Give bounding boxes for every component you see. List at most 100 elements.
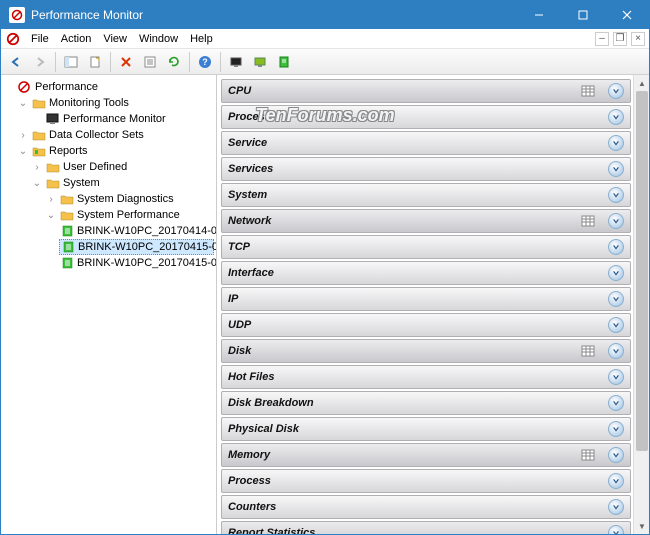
tree-report-item[interactable]: BRINK-W10PC_20170415-000002 [59,239,214,255]
svg-text:?: ? [202,57,208,67]
expand-section-button[interactable] [608,525,624,534]
expand-section-button[interactable] [608,447,624,463]
report-section-row[interactable]: Service [221,131,631,155]
tree-report-item[interactable]: BRINK-W10PC_20170415-000003 [59,255,214,271]
show-hide-tree-button[interactable] [60,51,82,73]
report-button[interactable] [273,51,295,73]
tree-root-performance[interactable]: Performance [3,79,214,95]
menu-action[interactable]: Action [55,29,98,48]
minimize-button[interactable] [517,1,561,29]
section-label: Service [228,137,608,149]
expand-section-button[interactable] [608,187,624,203]
expand-section-button[interactable] [608,109,624,125]
tree-label: System Performance [77,209,180,221]
menu-window[interactable]: Window [133,29,184,48]
vertical-scrollbar[interactable]: ▲ ▼ [633,75,649,534]
report-section-row[interactable]: TCP [221,235,631,259]
report-section-row[interactable]: Process [221,105,631,129]
refresh-button[interactable] [163,51,185,73]
expand-section-button[interactable] [608,369,624,385]
delete-button[interactable] [115,51,137,73]
report-section-row[interactable]: Physical Disk [221,417,631,441]
menu-help[interactable]: Help [184,29,219,48]
report-section-row[interactable]: Counters [221,495,631,519]
expand-section-button[interactable] [608,395,624,411]
menu-view[interactable]: View [97,29,133,48]
expand-toggle[interactable]: › [31,162,43,173]
close-button[interactable] [605,1,649,29]
report-section-row[interactable]: Process [221,469,631,493]
tree-report-item[interactable]: BRINK-W10PC_20170414-000001 [59,223,214,239]
tree-performance-monitor[interactable]: Performance Monitor [31,111,214,127]
report-section-row[interactable]: Memory [221,443,631,467]
help-button[interactable]: ? [194,51,216,73]
expand-toggle[interactable]: ⌄ [17,146,29,157]
back-button[interactable] [5,51,27,73]
table-icon [580,214,596,228]
tree-monitoring-tools[interactable]: ⌄ Monitoring Tools [17,95,214,111]
report-section-row[interactable]: UDP [221,313,631,337]
tree-label: BRINK-W10PC_20170415-000002 [78,241,217,253]
new-button[interactable] [84,51,106,73]
expand-section-button[interactable] [608,343,624,359]
navigation-tree[interactable]: Performance ⌄ Monitoring Tools [1,75,217,534]
expand-section-button[interactable] [608,239,624,255]
expand-section-button[interactable] [608,499,624,515]
scroll-thumb[interactable] [636,91,648,451]
tree-user-defined[interactable]: › User Defined [31,159,214,175]
table-icon [580,84,596,98]
expand-toggle[interactable]: ⌄ [31,178,43,189]
expand-toggle[interactable]: › [17,130,29,141]
report-section-row[interactable]: Interface [221,261,631,285]
tree-data-collector-sets[interactable]: › Data Collector Sets [17,127,214,143]
maximize-button[interactable] [561,1,605,29]
expand-section-button[interactable] [608,135,624,151]
mdi-restore[interactable]: ❐ [613,32,627,46]
monitor2-button[interactable] [249,51,271,73]
expand-section-button[interactable] [608,291,624,307]
section-label: TCP [228,241,608,253]
expand-section-button[interactable] [608,473,624,489]
expand-section-button[interactable] [608,317,624,333]
expand-section-button[interactable] [608,161,624,177]
tree-label: User Defined [63,161,127,173]
mdi-minimize[interactable]: – [595,32,609,46]
tree-system[interactable]: ⌄ System [31,175,214,191]
expand-toggle[interactable]: › [45,194,57,205]
report-section-row[interactable]: IP [221,287,631,311]
mdi-close[interactable]: × [631,32,645,46]
menu-file[interactable]: File [25,29,55,48]
expand-section-button[interactable] [608,421,624,437]
section-label: Services [228,163,608,175]
section-label: Process [228,111,608,123]
tree-system-diagnostics[interactable]: › System Diagnostics [45,191,214,207]
forward-button[interactable] [29,51,51,73]
report-section-row[interactable]: CPU [221,79,631,103]
report-section-list: CPU Process Service Services System Netw… [217,75,633,534]
report-section-row[interactable]: System [221,183,631,207]
expand-section-button[interactable] [608,213,624,229]
properties-button[interactable] [139,51,161,73]
expand-toggle[interactable]: ⌄ [45,210,57,221]
table-icon [580,448,596,462]
title-bar: Performance Monitor [1,1,649,29]
tree-label: BRINK-W10PC_20170415-000003 [77,257,217,269]
expand-section-button[interactable] [608,265,624,281]
app-icon [9,7,25,23]
report-section-row[interactable]: Disk [221,339,631,363]
expand-toggle[interactable]: ⌄ [17,98,29,109]
tree-system-performance[interactable]: ⌄ System Performance [45,207,214,223]
expand-section-button[interactable] [608,83,624,99]
section-label: Network [228,215,580,227]
report-section-row[interactable]: Hot Files [221,365,631,389]
report-section-row[interactable]: Services [221,157,631,181]
scroll-down-arrow[interactable]: ▼ [634,518,649,534]
report-section-row[interactable]: Disk Breakdown [221,391,631,415]
report-file-icon [61,224,75,238]
report-section-row[interactable]: Network [221,209,631,233]
section-label: System [228,189,608,201]
monitor-button[interactable] [225,51,247,73]
tree-reports[interactable]: ⌄ Reports [17,143,214,159]
report-section-row[interactable]: Report Statistics [221,521,631,534]
scroll-up-arrow[interactable]: ▲ [634,75,649,91]
